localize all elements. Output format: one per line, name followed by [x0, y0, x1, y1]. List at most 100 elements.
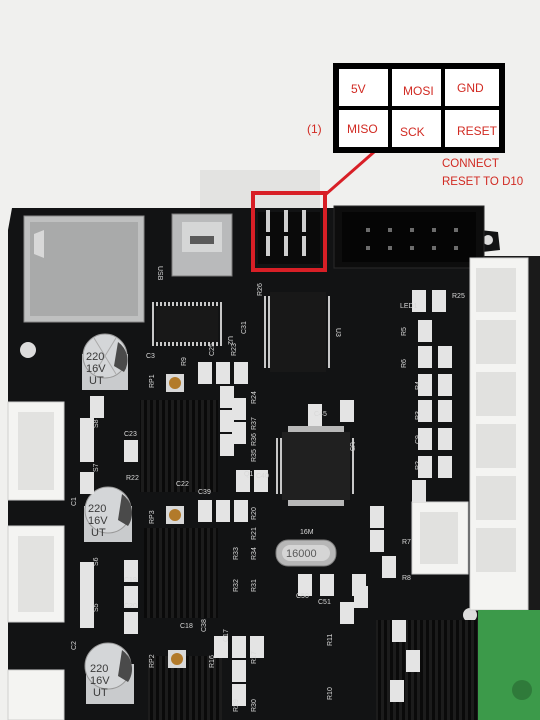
silk-r2: R2 [415, 461, 422, 470]
silk-crystal: 16M [300, 529, 314, 536]
connect-note-line2: RESET TO D10 [442, 176, 524, 188]
cap-top-text-3: UT [89, 375, 104, 387]
sd-card-clip [34, 230, 44, 258]
heatsink-driver-1 [140, 400, 218, 492]
chip-mcu-pins-bottom [288, 500, 344, 506]
cap-mid-text-2: 16V [88, 515, 108, 527]
silk-r20: R20 [251, 507, 258, 520]
silk-c3: C3 [146, 353, 155, 360]
silk-r16: R16 [209, 655, 216, 668]
terminal-screw [512, 680, 532, 700]
silk-c38: C38 [201, 619, 208, 632]
jst-connector-left-2 [7, 525, 65, 623]
silk-rp1: RP1 [149, 374, 156, 388]
silk-rp3: RP3 [149, 510, 156, 524]
silk-s8: S8 [93, 419, 100, 428]
silk-r11: R11 [327, 634, 334, 646]
silk-c18: C18 [180, 623, 193, 630]
silk-c19: C19 [124, 577, 137, 584]
cap-top-text-2: 16V [86, 363, 106, 375]
silk-c25: C25 [209, 343, 216, 356]
silk-led: LED1 [400, 303, 418, 310]
usb-tongue [190, 236, 214, 244]
background-shadow [200, 170, 320, 210]
sd-card-slot-inner [30, 222, 138, 316]
pin-miso-label: MISO [347, 122, 378, 136]
cap-bot-text-1: 220 [90, 663, 108, 675]
trimpot-3 [168, 650, 186, 668]
silk-r7: R7 [402, 539, 411, 546]
silk-r6: R6 [401, 359, 408, 368]
cap-mid-text-1: 220 [88, 503, 106, 515]
jst-connector-left-1 [7, 401, 65, 501]
pin-mosi-label: MOSI [403, 84, 434, 98]
silk-r31: R31 [251, 579, 258, 592]
silk-q1: Q1 [244, 471, 253, 478]
chip-mcu [282, 432, 350, 500]
silk-c40: C40 [256, 473, 269, 480]
pin-gnd-label: GND [457, 81, 484, 95]
chip-mcu-pins-left [276, 438, 282, 494]
connect-note: CONNECT RESET TO D10 [442, 155, 540, 191]
silk-rp2: RP2 [149, 654, 156, 668]
chip-u2 [152, 302, 222, 346]
chip-mcu-pins-top [288, 426, 344, 432]
silk-r22: R22 [126, 475, 139, 482]
silk-r29: R29 [233, 699, 240, 712]
cap-mid-text-3: UT [91, 527, 106, 539]
pin-mosi-cell: MOSI [390, 67, 443, 108]
silk-r34: R34 [251, 547, 258, 560]
silk-r8: R8 [402, 575, 411, 582]
silk-r36: R36 [251, 433, 258, 446]
pin-miso-cell: MISO [337, 108, 390, 149]
cap-bot-text-3: UT [93, 687, 108, 699]
silk-s7: S7 [93, 463, 100, 472]
chip-u3-pins-right [326, 296, 332, 368]
silk-r24: R24 [251, 391, 258, 404]
silk-r10: R10 [327, 687, 334, 700]
pin-5v-label: 5V [351, 82, 366, 96]
silk-r23: R23 [231, 343, 238, 356]
pin-gnd-cell: GND [443, 67, 501, 108]
silk-r5: R5 [401, 327, 408, 336]
jst-connector-right-stack [469, 257, 529, 611]
chip-u3-pins-left [264, 296, 270, 368]
silk-c2: C2 [71, 641, 78, 650]
connect-note-line1: CONNECT [442, 158, 499, 170]
chip-u3 [270, 292, 326, 372]
silk-r4: R4 [415, 381, 422, 390]
silk-c50: C50 [296, 593, 309, 600]
silk-c45: C45 [314, 411, 327, 418]
silk-u3: U3 [334, 328, 341, 337]
pin-sck-cell: SCK [390, 108, 443, 149]
silk-s5: S5 [93, 603, 100, 612]
silk-c22: C22 [176, 481, 189, 488]
trimpot-1 [166, 374, 184, 392]
jst-connector-left-3 [7, 669, 65, 720]
crystal-text: 16000 [286, 548, 317, 560]
silk-c23: C23 [124, 431, 137, 438]
trimpot-2 [166, 506, 184, 524]
silk-r9: R9 [181, 357, 188, 366]
silk-c51: C51 [318, 599, 331, 606]
silk-c1: C1 [71, 497, 78, 506]
silk-r37: R37 [251, 417, 258, 430]
cap-top-text-1: 220 [86, 351, 104, 363]
box-header-inner [342, 212, 476, 262]
pin-5v-cell: 5V [337, 67, 390, 108]
cap-bot-text-2: 16V [90, 675, 110, 687]
jst-connector-small [411, 501, 469, 575]
silk-r30: R30 [251, 699, 258, 712]
silk-s6: S6 [93, 557, 100, 566]
silk-c31: C31 [241, 321, 248, 334]
terminal-block [478, 610, 540, 720]
silk-u5: U5 [348, 442, 355, 451]
pin-sck-label: SCK [400, 125, 425, 139]
silk-usb: USB [156, 266, 163, 281]
pin-reset-cell: RESET [443, 108, 501, 149]
pinout-table: 5V MOSI GND MISO SCK RESET [333, 63, 505, 153]
pin-reset-label: RESET [457, 124, 498, 138]
silk-r33: R33 [233, 547, 240, 560]
silk-c17: C17 [223, 629, 230, 642]
silk-r35: R35 [251, 449, 258, 462]
